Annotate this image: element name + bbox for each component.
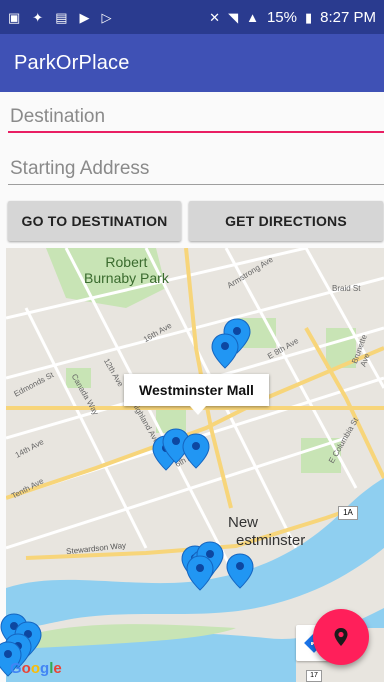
map-marker[interactable] xyxy=(211,333,239,369)
location-fab[interactable] xyxy=(313,609,369,665)
google-logo: Google xyxy=(10,660,62,677)
map-marker[interactable] xyxy=(186,555,214,591)
map-marker[interactable] xyxy=(226,553,254,589)
map-marker[interactable] xyxy=(182,433,210,469)
marker-info-window[interactable]: Westminster Mall xyxy=(124,374,269,415)
location-pin-icon xyxy=(334,628,348,646)
marker-layer xyxy=(0,318,254,677)
